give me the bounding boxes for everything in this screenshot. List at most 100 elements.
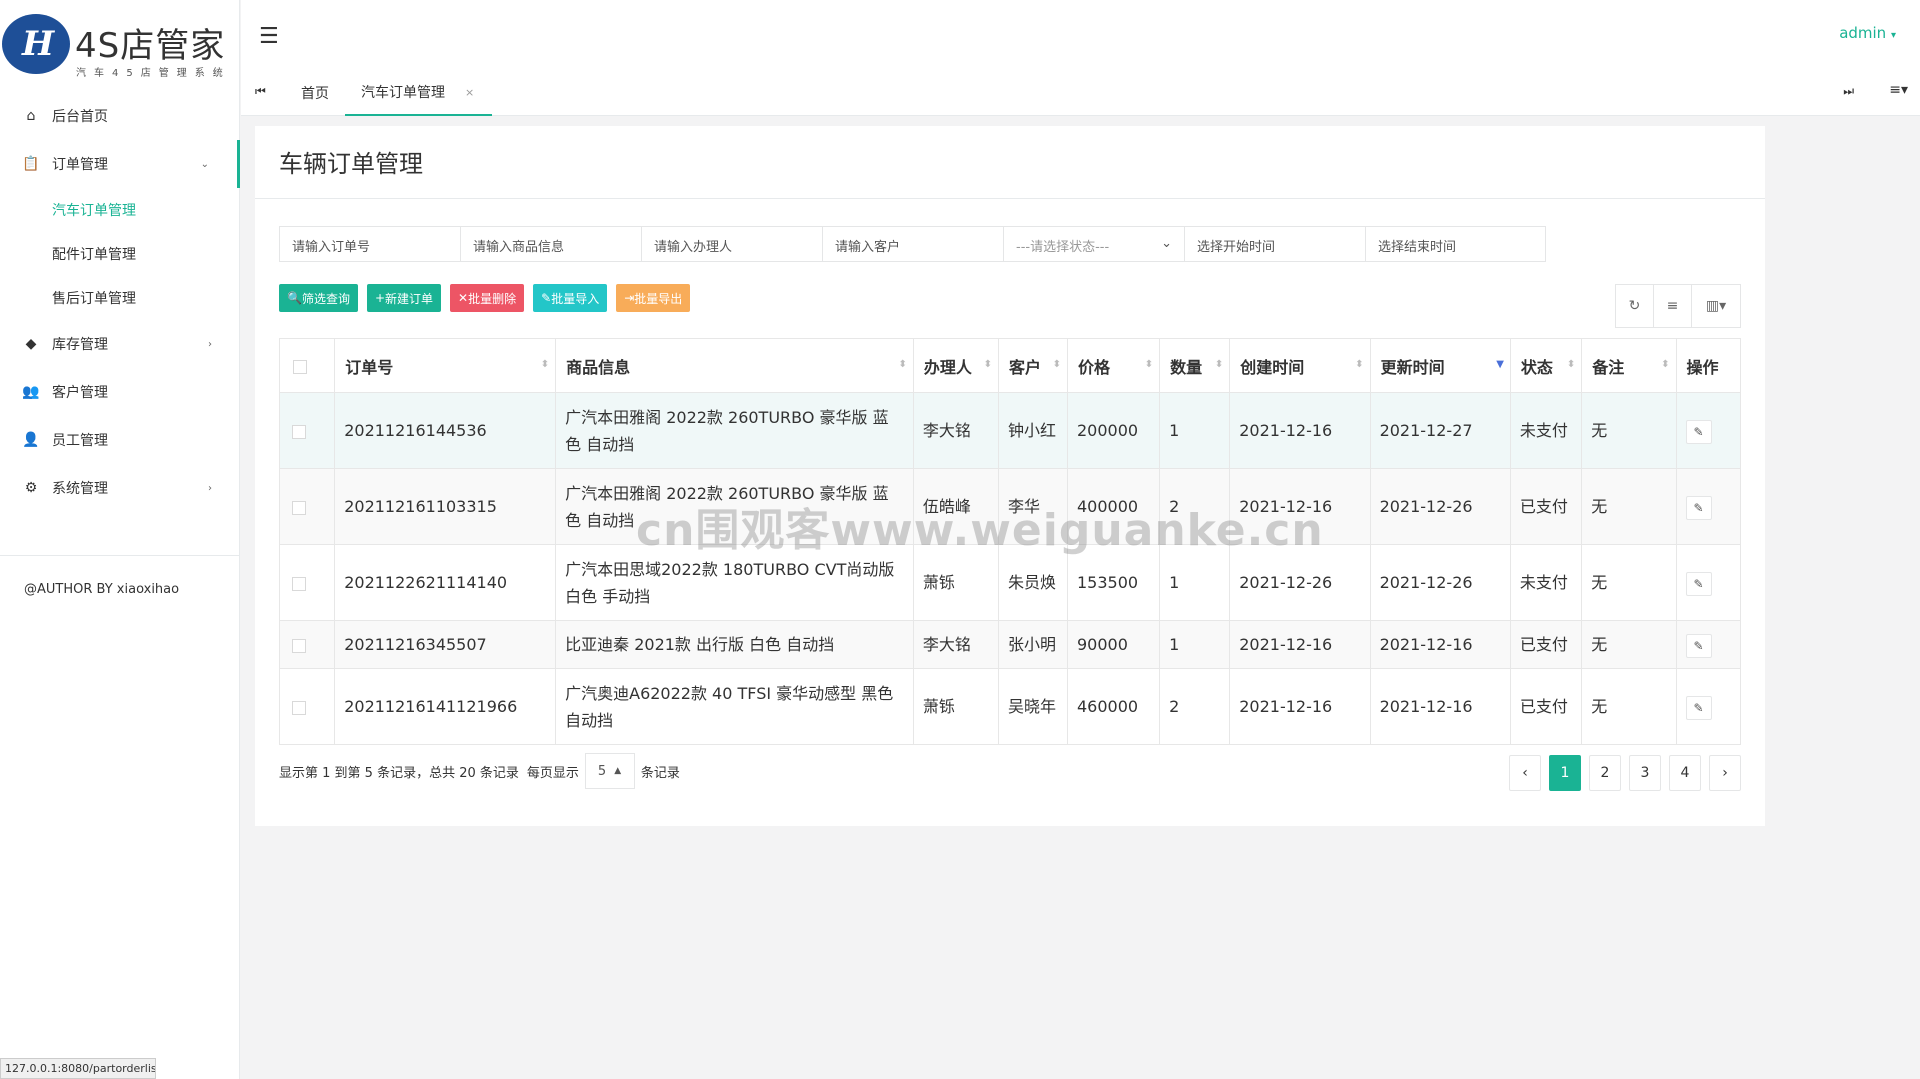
page-title: 车辆订单管理	[279, 150, 423, 178]
column-label: 办理人	[923, 357, 972, 377]
status-cell: 已支付	[1509, 620, 1583, 669]
col-order-no[interactable]: 订单号 ⬍	[334, 338, 557, 393]
close-icon[interactable]: ×	[465, 86, 474, 99]
select-all-checkbox[interactable]	[293, 359, 307, 374]
customer-input[interactable]: 请输入客户	[822, 226, 1003, 262]
menu-toggle-icon[interactable]: ☰	[259, 24, 279, 49]
sidebar-nav: ⌂ 后台首页 📋 订单管理 ⌄ 汽车订单管理 配件订单管理 售后订单管理 ◆ 库…	[0, 92, 240, 512]
sidebar-subitem-service-orders[interactable]: 售后订单管理	[0, 276, 240, 320]
logo-title: 4S店管家	[75, 26, 226, 66]
batch-import-button[interactable]: ✎ 批量导入	[533, 284, 608, 312]
updated-cell: 2021-12-16	[1369, 668, 1511, 745]
order-no-cell: 20211216144536	[334, 392, 557, 469]
status-select[interactable]: ---请选择状态--- ⌄	[1003, 226, 1184, 262]
edit-button[interactable]: ✎	[1685, 634, 1712, 659]
col-customer[interactable]: 客户 ⬍	[997, 338, 1068, 393]
column-label: 创建时间	[1240, 357, 1305, 377]
col-handler[interactable]: 办理人 ⬍	[912, 338, 999, 393]
col-qty[interactable]: 数量 ⬍	[1159, 338, 1231, 393]
product-cell: 广汽本田雅阁 2022款 260TURBO 豪华版 蓝色 自动挡	[555, 392, 914, 469]
page-size-select[interactable]: 5 ▲	[584, 753, 635, 789]
logo[interactable]: H 4S店管家 汽车45店管理系统	[0, 0, 240, 84]
table-tools: ↻ ≡ ▥▾	[1615, 284, 1741, 328]
user-name: admin	[1839, 24, 1887, 42]
sidebar-item-orders[interactable]: 📋 订单管理 ⌄	[0, 140, 240, 188]
order-no-cell: 20211216345507	[334, 620, 557, 669]
sidebar-item-dashboard[interactable]: ⌂ 后台首页	[0, 92, 240, 140]
next-page-button[interactable]: ›	[1709, 755, 1741, 791]
search-button-label: 筛选查询	[301, 291, 350, 306]
add-order-button[interactable]: + 新建订单	[366, 284, 442, 312]
sort-icon: ⬍	[1661, 359, 1670, 370]
sort-icon: ⬍	[1144, 359, 1154, 370]
start-time-input[interactable]: 选择开始时间	[1184, 226, 1365, 262]
sidebar-item-system[interactable]: ⚙ 系统管理 ›	[0, 464, 240, 512]
customer-cell: 吴晓年	[997, 668, 1068, 745]
search-button[interactable]: 🔍 筛选查询	[279, 284, 358, 312]
pencil-icon: ✎	[1693, 424, 1704, 439]
product-input[interactable]: 请输入商品信息	[460, 226, 641, 262]
export-icon: ⇥	[624, 291, 635, 305]
col-status[interactable]: 状态 ⬍	[1509, 338, 1583, 393]
handler-input[interactable]: 请输入办理人	[641, 226, 822, 262]
user-menu[interactable]: admin ▾	[1839, 24, 1896, 42]
order-no-cell: 20211216141121966	[334, 668, 557, 745]
order-no-input[interactable]: 请输入订单号	[279, 226, 460, 262]
table-row[interactable]: 20211216345507 比亚迪秦 2021款 出行版 白色 自动挡 李大铭…	[278, 620, 1742, 669]
page-button-3[interactable]: 3	[1629, 755, 1661, 791]
tab-bar: ⏮ 首页 汽车订单管理 × ⏭ ≡▾	[241, 70, 1920, 116]
clipboard-icon: 📋	[22, 156, 40, 172]
edit-button[interactable]: ✎	[1685, 696, 1712, 721]
batch-delete-button[interactable]: ✕ 批量删除	[450, 284, 525, 312]
table-row[interactable]: 20211216141121966 广汽奥迪A62022款 40 TFSI 豪华…	[278, 668, 1742, 745]
refresh-icon[interactable]: ↻	[1616, 285, 1654, 327]
remark-cell: 无	[1581, 620, 1677, 669]
table-row[interactable]: 20211216144536 广汽本田雅阁 2022款 260TURBO 豪华版…	[278, 392, 1742, 469]
col-updated[interactable]: 更新时间 ▼	[1369, 338, 1511, 393]
remark-cell: 无	[1581, 544, 1677, 621]
logo-mark-icon: H	[2, 14, 70, 74]
tab-home[interactable]: 首页	[301, 70, 329, 116]
tab-options-icon[interactable]: ≡▾	[1889, 82, 1908, 98]
col-product[interactable]: 商品信息 ⬍	[555, 338, 914, 393]
sidebar-item-customers[interactable]: 👥 客户管理	[0, 368, 240, 416]
batch-export-button[interactable]: ⇥ 批量导出	[616, 284, 691, 312]
page-button-1[interactable]: 1	[1549, 755, 1581, 791]
page-button-4[interactable]: 4	[1669, 755, 1701, 791]
col-price[interactable]: 价格 ⬍	[1066, 338, 1161, 393]
sidebar-item-staff[interactable]: 👤 员工管理	[0, 416, 240, 464]
row-checkbox[interactable]	[292, 700, 306, 715]
row-checkbox[interactable]	[292, 638, 306, 653]
sidebar: H 4S店管家 汽车45店管理系统 ⌂ 后台首页 📋 订单管理 ⌄ 汽车订单管理…	[0, 0, 240, 1079]
page-button-2[interactable]: 2	[1589, 755, 1621, 791]
toggle-view-icon[interactable]: ≡	[1654, 285, 1692, 327]
prev-page-button[interactable]: ‹	[1509, 755, 1541, 791]
col-remark[interactable]: 备注 ⬍	[1581, 338, 1677, 393]
columns-icon[interactable]: ▥▾	[1692, 285, 1740, 327]
tab-car-orders[interactable]: 汽车订单管理 ×	[345, 70, 493, 116]
edit-button[interactable]: ✎	[1685, 420, 1712, 445]
divider	[255, 198, 1765, 199]
row-checkbox[interactable]	[292, 576, 306, 591]
column-label: 备注	[1592, 357, 1625, 377]
sort-icon: ⬍	[1566, 359, 1576, 370]
sort-icon: ⬍	[1214, 359, 1224, 370]
sidebar-subitem-car-orders[interactable]: 汽车订单管理	[0, 188, 240, 232]
row-checkbox[interactable]	[292, 500, 306, 515]
updated-cell: 2021-12-16	[1369, 620, 1511, 669]
col-created[interactable]: 创建时间 ⬍	[1229, 338, 1371, 393]
per-page-label: 每页显示	[526, 765, 579, 781]
sidebar-item-inventory[interactable]: ◆ 库存管理 ›	[0, 320, 240, 368]
tab-scroll-right-icon[interactable]: ⏭	[1843, 84, 1854, 99]
edit-button[interactable]: ✎	[1685, 572, 1712, 597]
end-time-input[interactable]: 选择结束时间	[1365, 226, 1546, 262]
sidebar-subitem-parts-orders[interactable]: 配件订单管理	[0, 232, 240, 276]
customer-cell: 钟小红	[997, 392, 1068, 469]
created-cell: 2021-12-16	[1229, 392, 1371, 469]
tab-scroll-left-icon[interactable]: ⏮	[255, 84, 266, 99]
caret-up-icon: ▲	[614, 766, 622, 776]
edit-button[interactable]: ✎	[1685, 496, 1712, 521]
pencil-icon: ✎	[1693, 638, 1704, 653]
pencil-icon: ✎	[1693, 700, 1704, 715]
row-checkbox[interactable]	[292, 424, 306, 439]
